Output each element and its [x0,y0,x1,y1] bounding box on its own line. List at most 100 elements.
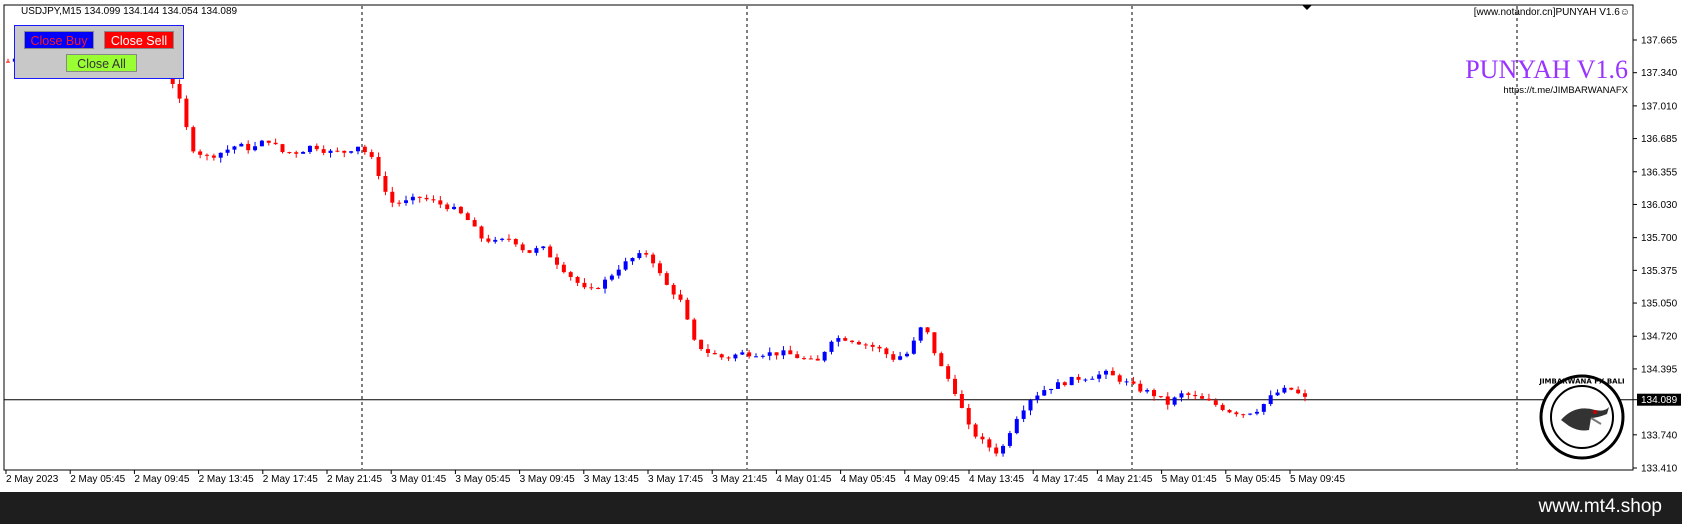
price-tick: 137.010 [1633,101,1678,112]
candle [191,125,196,154]
footer-site[interactable]: www.mt4.shop [1538,496,1662,518]
time-tick-label: 2 May 13:45 [199,474,254,485]
telegram-link[interactable]: https://t.me/JIMBARWANAFX [1503,85,1628,96]
time-tick: 2 May 05:45 [69,470,126,485]
symbol-info: USDJPY,M15 134.099 134.144 134.054 134.0… [21,6,238,17]
time-tick-label: 4 May 05:45 [841,474,896,485]
indicator-label-text: [www.notandor.cn]PUNYAH V1.6 [1473,7,1620,18]
price-tick-label: 135.700 [1641,233,1678,244]
smiley-icon: ☺ [1619,7,1630,18]
time-tick-label: 3 May 17:45 [648,474,703,485]
candle [664,271,669,286]
candle [458,206,463,215]
candle [939,351,944,367]
price-axis: 137.665 137.340 137.010 136.685 136.355 136.0… [1633,36,1681,475]
time-tick-label: 2 May 05:45 [70,474,125,485]
time-tick-label: 3 May 09:45 [520,474,575,485]
logo-text: JIMBARWANA FX BALI [1539,378,1625,386]
price-tick-label: 136.685 [1641,134,1678,145]
candle [692,317,697,341]
candle [1014,416,1019,435]
candle [973,422,978,439]
close-all-button[interactable]: Close All [66,54,137,72]
time-tick: 4 May 01:45 [775,470,832,485]
candle [280,143,285,154]
close-sell-button[interactable]: Close Sell [104,31,174,49]
trade-panel: Close Buy Close Sell Close All [14,25,184,79]
price-tick: 136.030 [1633,200,1678,211]
price-tick: 134.720 [1633,332,1678,343]
time-axis: 2 May 2023 2 May 05:45 2 May 09:45 2 May 13… [5,470,1345,485]
time-tick-label: 4 May 21:45 [1097,474,1152,485]
time-tick: 2 May 2023 [5,470,59,485]
price-tick-label: 133.740 [1641,430,1678,441]
price-tick: 135.700 [1633,233,1678,244]
time-tick-label: 4 May 01:45 [776,474,831,485]
time-tick-label: 2 May 17:45 [263,474,318,485]
candle [918,326,923,343]
price-tick-label: 134.089 [1641,395,1678,406]
time-tick-label: 4 May 09:45 [905,474,960,485]
price-tick: 136.355 [1633,167,1678,178]
time-tick-label: 5 May 09:45 [1290,474,1345,485]
price-tick: 134.395 [1633,364,1678,375]
time-tick-label: 4 May 13:45 [969,474,1024,485]
candle [822,351,827,363]
time-tick-label: 2 May 2023 [6,474,59,485]
time-tick: 3 May 13:45 [583,470,639,485]
time-tick: 3 May 01:45 [390,470,447,485]
price-tick: 133.410 [1633,464,1678,475]
price-tick: 136.685 [1633,134,1678,145]
price-tick-label: 136.355 [1641,167,1678,178]
candle [184,95,189,130]
time-tick: 2 May 09:45 [133,470,190,485]
candle [685,297,690,320]
time-tick-label: 3 May 21:45 [712,474,767,485]
candle [259,139,264,147]
time-tick: 4 May 17:45 [1032,470,1089,485]
time-tick: 3 May 05:45 [454,470,511,485]
time-tick-label: 3 May 01:45 [391,474,446,485]
price-tick-label: 133.410 [1641,464,1678,475]
time-tick: 4 May 21:45 [1096,470,1153,485]
time-tick-label: 2 May 21:45 [327,474,382,485]
candle [527,250,532,254]
time-tick: 2 May 21:45 [326,470,382,485]
candle [1007,430,1012,448]
time-tick-label: 5 May 01:45 [1162,474,1217,485]
price-tick-label: 135.050 [1641,299,1678,310]
indicator-label: [www.notandor.cn]PUNYAH V1.6☺ [1474,7,1630,18]
price-tick: 137.665 [1633,36,1678,47]
price-tick-label: 137.665 [1641,36,1678,47]
time-tick: 3 May 21:45 [711,470,768,485]
time-tick: 3 May 17:45 [647,470,703,485]
time-tick-label: 3 May 13:45 [584,474,639,485]
time-tick: 2 May 13:45 [198,470,254,485]
price-tick: 135.050 [1633,299,1678,310]
time-tick: 4 May 05:45 [840,470,896,485]
footer-bar: www.mt4.shop [0,492,1682,524]
price-tick: 135.375 [1633,266,1678,277]
price-tick-label: 135.375 [1641,266,1678,277]
time-tick: 3 May 09:45 [519,470,575,485]
time-tick: 2 May 17:45 [262,470,318,485]
time-tick: 5 May 09:45 [1289,470,1345,485]
candle [1069,376,1074,386]
price-tick: 137.340 [1633,68,1678,79]
price-tick-label: 137.340 [1641,68,1678,79]
candle [932,332,937,356]
indicator-watermark-title: PUNYAH V1.6 [1465,55,1628,84]
time-tick-label: 4 May 17:45 [1033,474,1088,485]
chart-frame [3,4,1634,471]
close-buy-button[interactable]: Close Buy [24,31,94,49]
time-tick: 4 May 09:45 [904,470,960,485]
time-tick-label: 2 May 09:45 [134,474,189,485]
bird-logo-icon: JIMBARWANA FX BALI [1539,374,1625,460]
price-tick-label: 137.010 [1641,101,1678,112]
price-tick-label: 136.030 [1641,200,1678,211]
time-tick: 5 May 01:45 [1161,470,1217,485]
time-tick: 5 May 05:45 [1225,470,1281,485]
price-tick: 134.089 [1633,393,1681,406]
time-tick: 4 May 13:45 [968,470,1024,485]
price-chart[interactable]: 137.665 137.340 137.010 136.685 136.355 136.0… [0,0,1682,492]
